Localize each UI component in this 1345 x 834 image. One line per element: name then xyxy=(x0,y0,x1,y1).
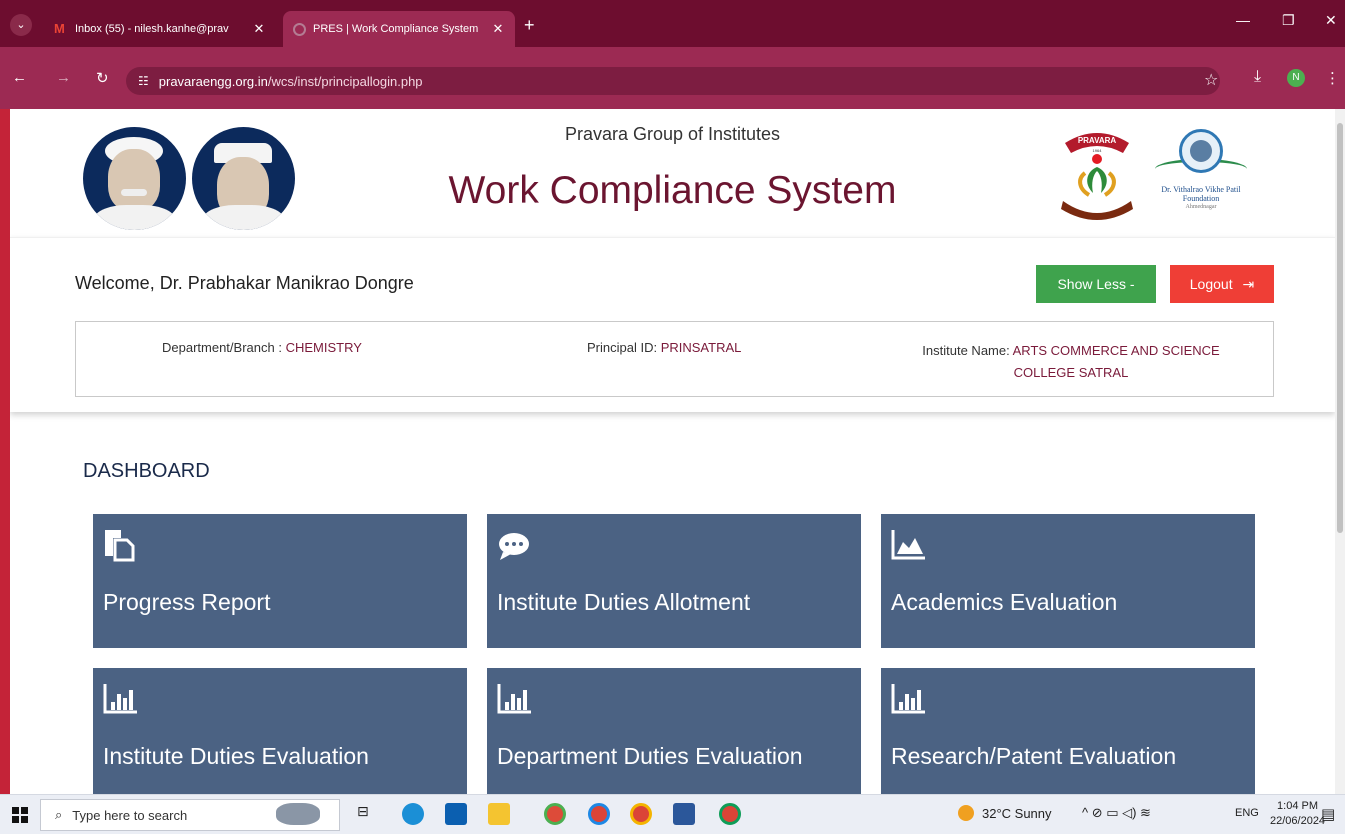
windows-start-icon[interactable] xyxy=(12,807,28,823)
principal-id-info: Principal ID: PRINSATRAL xyxy=(587,340,741,355)
weather-text: 32°C Sunny xyxy=(982,805,1052,821)
institute-name-info: Institute Name: ARTS COMMERCE AND SCIENC… xyxy=(896,340,1246,384)
address-bar: ← → ↻ ☷ pravaraengg.org.in/wcs/inst/prin… xyxy=(0,47,1345,109)
new-tab-button[interactable]: + xyxy=(524,15,535,36)
reload-icon[interactable]: ↻ xyxy=(96,69,109,87)
weather-widget[interactable]: 32°C Sunny xyxy=(958,805,1052,821)
department-label: Department/Branch : xyxy=(162,340,286,355)
tab-title: PRES | Work Compliance System xyxy=(313,23,479,35)
chrome-icon[interactable] xyxy=(588,803,610,825)
window-border xyxy=(0,109,10,794)
gmail-icon xyxy=(54,21,68,36)
bar-chart-icon xyxy=(103,684,137,714)
notification-icon[interactable]: ▤ xyxy=(1321,805,1335,823)
card-progress-report[interactable]: Progress Report xyxy=(93,514,467,648)
principal-info-box: Department/Branch : CHEMISTRY Principal … xyxy=(75,321,1274,397)
sign-out-icon: ⇥ xyxy=(1242,276,1255,292)
system-tray-icons[interactable]: ^ ⊘ ▭ ◁) ≋ xyxy=(1082,805,1151,821)
site-header: Pravara Group of Institutes Work Complia… xyxy=(10,109,1335,237)
chrome-profile-icon[interactable] xyxy=(544,803,566,825)
logout-label: Logout xyxy=(1189,276,1233,292)
chrome-profile-3-icon[interactable] xyxy=(719,803,741,825)
card-label: Progress Report xyxy=(103,589,271,615)
word-icon[interactable] xyxy=(673,803,695,825)
area-chart-icon xyxy=(891,530,925,560)
taskbar-search-placeholder: Type here to search xyxy=(72,807,188,823)
task-view-icon[interactable]: ⊟ xyxy=(357,803,379,825)
back-icon[interactable]: ← xyxy=(12,69,27,86)
download-icon[interactable]: ⤓ xyxy=(1254,68,1261,86)
scrollbar-thumb[interactable] xyxy=(1337,123,1343,533)
department-info: Department/Branch : CHEMISTRY xyxy=(162,340,362,355)
search-icon: ⌕ xyxy=(55,807,63,822)
card-academics-evaluation[interactable]: Academics Evaluation xyxy=(881,514,1255,648)
copy-icon xyxy=(105,530,135,562)
card-label: Institute Duties Evaluation xyxy=(103,743,369,769)
browser-menu-icon[interactable]: ⋮ xyxy=(1325,69,1340,87)
search-highlight-icon[interactable] xyxy=(276,803,320,825)
pravara-logo-year: 1964 xyxy=(1093,148,1103,153)
profile-avatar[interactable]: N xyxy=(1287,69,1305,87)
page-scrollbar[interactable] xyxy=(1335,109,1345,794)
show-less-button[interactable]: Show Less - xyxy=(1036,265,1156,303)
url-path: /wcs/inst/principallogin.php xyxy=(267,73,423,89)
comment-icon xyxy=(499,533,529,560)
clock-time: 1:04 PM xyxy=(1277,800,1319,812)
card-label: Institute Duties Allotment xyxy=(497,589,751,615)
bar-chart-icon xyxy=(497,684,531,714)
language-indicator[interactable]: ENG xyxy=(1235,807,1259,819)
restore-icon[interactable]: ❐ xyxy=(1282,12,1295,29)
page-viewport: Pravara Group of Institutes Work Complia… xyxy=(10,109,1335,794)
department-value: CHEMISTRY xyxy=(285,340,362,355)
card-label: Research/Patent Evaluation xyxy=(891,743,1177,769)
card-label: Academics Evaluation xyxy=(891,589,1118,615)
institute-name-value-line2: COLLEGE SATRAL xyxy=(1013,365,1129,380)
tab-pres[interactable]: PRES | Work Compliance System ✕ xyxy=(283,11,515,47)
card-institute-duties-evaluation[interactable]: Institute Duties Evaluation xyxy=(93,668,467,794)
edge-browser-icon[interactable] xyxy=(402,803,424,825)
foundation-logo: Dr. Vithalrao Vikhe Patil Foundation Ahm… xyxy=(1151,123,1251,223)
welcome-message: Welcome, Dr. Prabhakar Manikrao Dongre xyxy=(75,273,414,293)
card-department-duties-evaluation[interactable]: Department Duties Evaluation xyxy=(487,668,861,794)
card-institute-duties-allotment[interactable]: Institute Duties Allotment xyxy=(487,514,861,648)
mail-icon[interactable] xyxy=(445,803,467,825)
minimize-icon[interactable]: — xyxy=(1236,12,1250,28)
chrome-profile-2-icon[interactable] xyxy=(630,803,652,825)
url-domain: pravaraengg.org.in xyxy=(158,73,268,89)
foundation-logo-line3: Ahmednagar xyxy=(1185,204,1217,210)
window-close-icon[interactable]: ✕ xyxy=(1325,12,1337,29)
taskbar-clock[interactable]: 1:04 PM 22/06/2024 xyxy=(1270,799,1325,829)
institute-name-value-line1: ARTS COMMERCE AND SCIENCE xyxy=(1012,343,1220,358)
site-info-icon[interactable]: ☷ xyxy=(138,74,149,88)
globe-icon xyxy=(293,22,306,36)
tab-search-button[interactable]: ⌄ xyxy=(10,14,32,36)
bar-chart-icon xyxy=(891,684,925,714)
clock-date: 22/06/2024 xyxy=(1270,815,1326,827)
bookmark-star-icon[interactable]: ☆ xyxy=(1204,70,1218,90)
foundation-logo-line2: Foundation xyxy=(1182,194,1220,203)
card-label: Department Duties Evaluation xyxy=(497,743,803,769)
pravara-logo-text: PRAVARA xyxy=(1078,136,1117,145)
logout-button[interactable]: Logout ⇥ xyxy=(1170,265,1274,303)
windows-taskbar: ⌕ Type here to search ⊟ 32°C Sunny ^ ⊘ ▭… xyxy=(0,794,1345,834)
principal-id-value: PRINSATRAL xyxy=(660,340,742,355)
tab-gmail[interactable]: Inbox (55) - nilesh.kanhe@prav ✕ xyxy=(44,11,276,47)
tab-close-icon[interactable]: ✕ xyxy=(491,21,505,37)
forward-icon[interactable]: → xyxy=(56,69,71,86)
foundation-logo-line1: Dr. Vithalrao Vikhe Patil xyxy=(1161,185,1241,194)
tab-title: Inbox (55) - nilesh.kanhe@prav xyxy=(75,23,229,35)
browser-tab-bar: ⌄ Inbox (55) - nilesh.kanhe@prav ✕ PRES … xyxy=(0,0,1345,47)
pravara-logo: PRAVARA 1964 xyxy=(1061,133,1133,220)
card-research-patent-evaluation[interactable]: Research/Patent Evaluation xyxy=(881,668,1255,794)
institute-name-label: Institute Name: xyxy=(922,343,1013,358)
welcome-panel: Welcome, Dr. Prabhakar Manikrao Dongre S… xyxy=(10,237,1335,412)
url-field[interactable]: ☷ pravaraengg.org.in/wcs/inst/principall… xyxy=(126,67,1220,95)
tab-close-icon[interactable]: ✕ xyxy=(252,21,266,37)
dashboard-title: DASHBOARD xyxy=(83,460,210,482)
file-explorer-icon[interactable] xyxy=(488,803,510,825)
sun-icon xyxy=(958,805,974,821)
principal-id-label: Principal ID: xyxy=(587,340,661,355)
